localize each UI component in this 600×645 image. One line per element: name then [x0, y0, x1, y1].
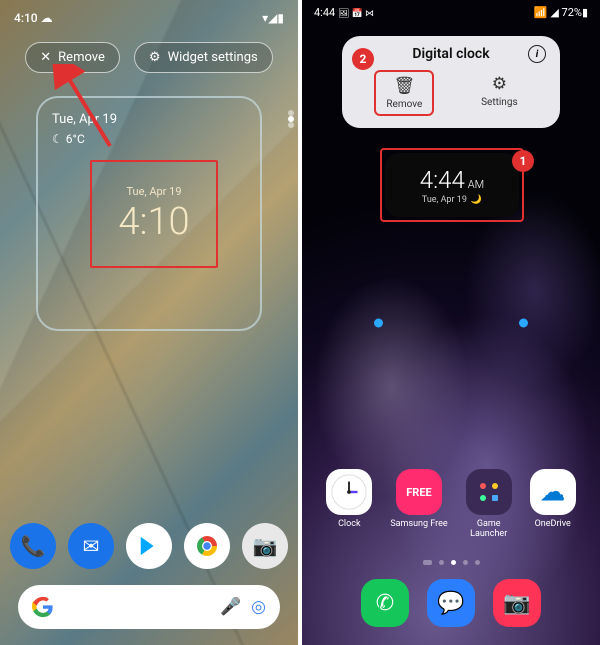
messages-app[interactable]: 💬 [427, 579, 475, 627]
remove-label: Remove [386, 99, 422, 110]
status-icons: 🖼 📅 ⋈ [338, 9, 374, 19]
popup-settings-button[interactable]: ⚙ Settings [471, 70, 528, 116]
weather-widget-outline[interactable]: Tue, Apr 19 ☾ 6°C Tue, Apr 19 4:10 [36, 96, 262, 331]
google-icon [32, 596, 54, 618]
camera-app[interactable]: 📷 [493, 579, 541, 627]
chrome-app[interactable] [184, 523, 230, 569]
messages-app[interactable]: ✉ [68, 523, 114, 569]
dock: ✆ 💬 📷 [302, 579, 600, 627]
app-row: Clock FREE Samsung Free Game Launcher ☁ … [302, 469, 600, 539]
annotation-badge-1: 1 [512, 150, 534, 172]
settings-label: Settings [481, 97, 518, 108]
moon-icon: ☾ [52, 132, 63, 146]
popup-title: Digital clock [412, 46, 489, 62]
resize-handle-right[interactable] [519, 318, 528, 327]
trash-icon: 🗑 [394, 76, 416, 96]
lens-icon[interactable]: ◎ [251, 597, 266, 617]
widget-temp: ☾ 6°C [52, 132, 85, 146]
status-right-icons: ▾◢▮ [262, 11, 284, 25]
settings-label: Widget settings [168, 50, 258, 65]
cloud-icon: ☁ [41, 11, 53, 25]
info-icon[interactable]: i [528, 45, 546, 63]
play-store-app[interactable] [126, 523, 172, 569]
status-time: 4:10 ☁ [14, 11, 53, 25]
pixel-screen: 4:10 ☁ ▾◢▮ ✕ Remove ⚙ Widget settings Tu… [0, 0, 298, 645]
clock-date: Tue, Apr 19 [126, 185, 181, 198]
gear-icon: ⚙ [149, 50, 161, 65]
camera-app[interactable]: 📷 [242, 523, 288, 569]
dock: 📞 ✉ 📷 [0, 523, 298, 569]
status-bar: 4:44 🖼 📅 ⋈ 📶 ◢ 72%▮ [302, 6, 600, 28]
resize-handle-left[interactable] [374, 318, 383, 327]
clock-widget-highlight[interactable]: Tue, Apr 19 4:10 [90, 160, 218, 268]
page-indicator[interactable] [288, 116, 294, 122]
widget-time: 4:44AM [420, 166, 484, 194]
widget-settings-button[interactable]: ⚙ Widget settings [134, 42, 273, 73]
moon-icon: 🌙 [471, 195, 482, 205]
remove-label: Remove [58, 50, 105, 65]
phone-app[interactable]: 📞 [10, 523, 56, 569]
clock-time: 4:10 [118, 200, 189, 244]
widget-date: Tue, Apr 19🌙 [422, 195, 482, 205]
close-icon: ✕ [40, 50, 51, 65]
annotation-badge-2: 2 [352, 48, 374, 70]
game-launcher-app[interactable]: Game Launcher [466, 469, 512, 539]
samsung-free-app[interactable]: FREE Samsung Free [390, 469, 447, 539]
widget-action-bar: ✕ Remove ⚙ Widget settings [0, 42, 298, 73]
gear-icon: ⚙ [492, 74, 507, 94]
phone-app[interactable]: ✆ [361, 579, 409, 627]
widget-date: Tue, Apr 19 [52, 112, 117, 127]
mic-icon[interactable]: 🎤 [220, 597, 241, 617]
clock-app[interactable]: Clock [326, 469, 372, 539]
remove-button[interactable]: ✕ Remove [25, 42, 120, 73]
popup-remove-button[interactable]: 🗑 Remove [374, 70, 434, 116]
clock-widget-highlight[interactable]: 4:44AM Tue, Apr 19🌙 [380, 148, 524, 222]
samsung-screen: 4:44 🖼 📅 ⋈ 📶 ◢ 72%▮ 2 Digital clock i 🗑 … [302, 0, 600, 645]
search-bar[interactable]: 🎤 ◎ [18, 585, 280, 629]
widget-popup: Digital clock i 🗑 Remove ⚙ Settings [342, 36, 560, 128]
onedrive-app[interactable]: ☁ OneDrive [530, 469, 576, 539]
status-time: 4:44 [314, 6, 335, 19]
status-bar: 4:10 ☁ ▾◢▮ [0, 6, 298, 30]
page-indicator[interactable] [302, 560, 600, 565]
status-right-icons: 📶 ◢ 72%▮ [534, 6, 588, 28]
